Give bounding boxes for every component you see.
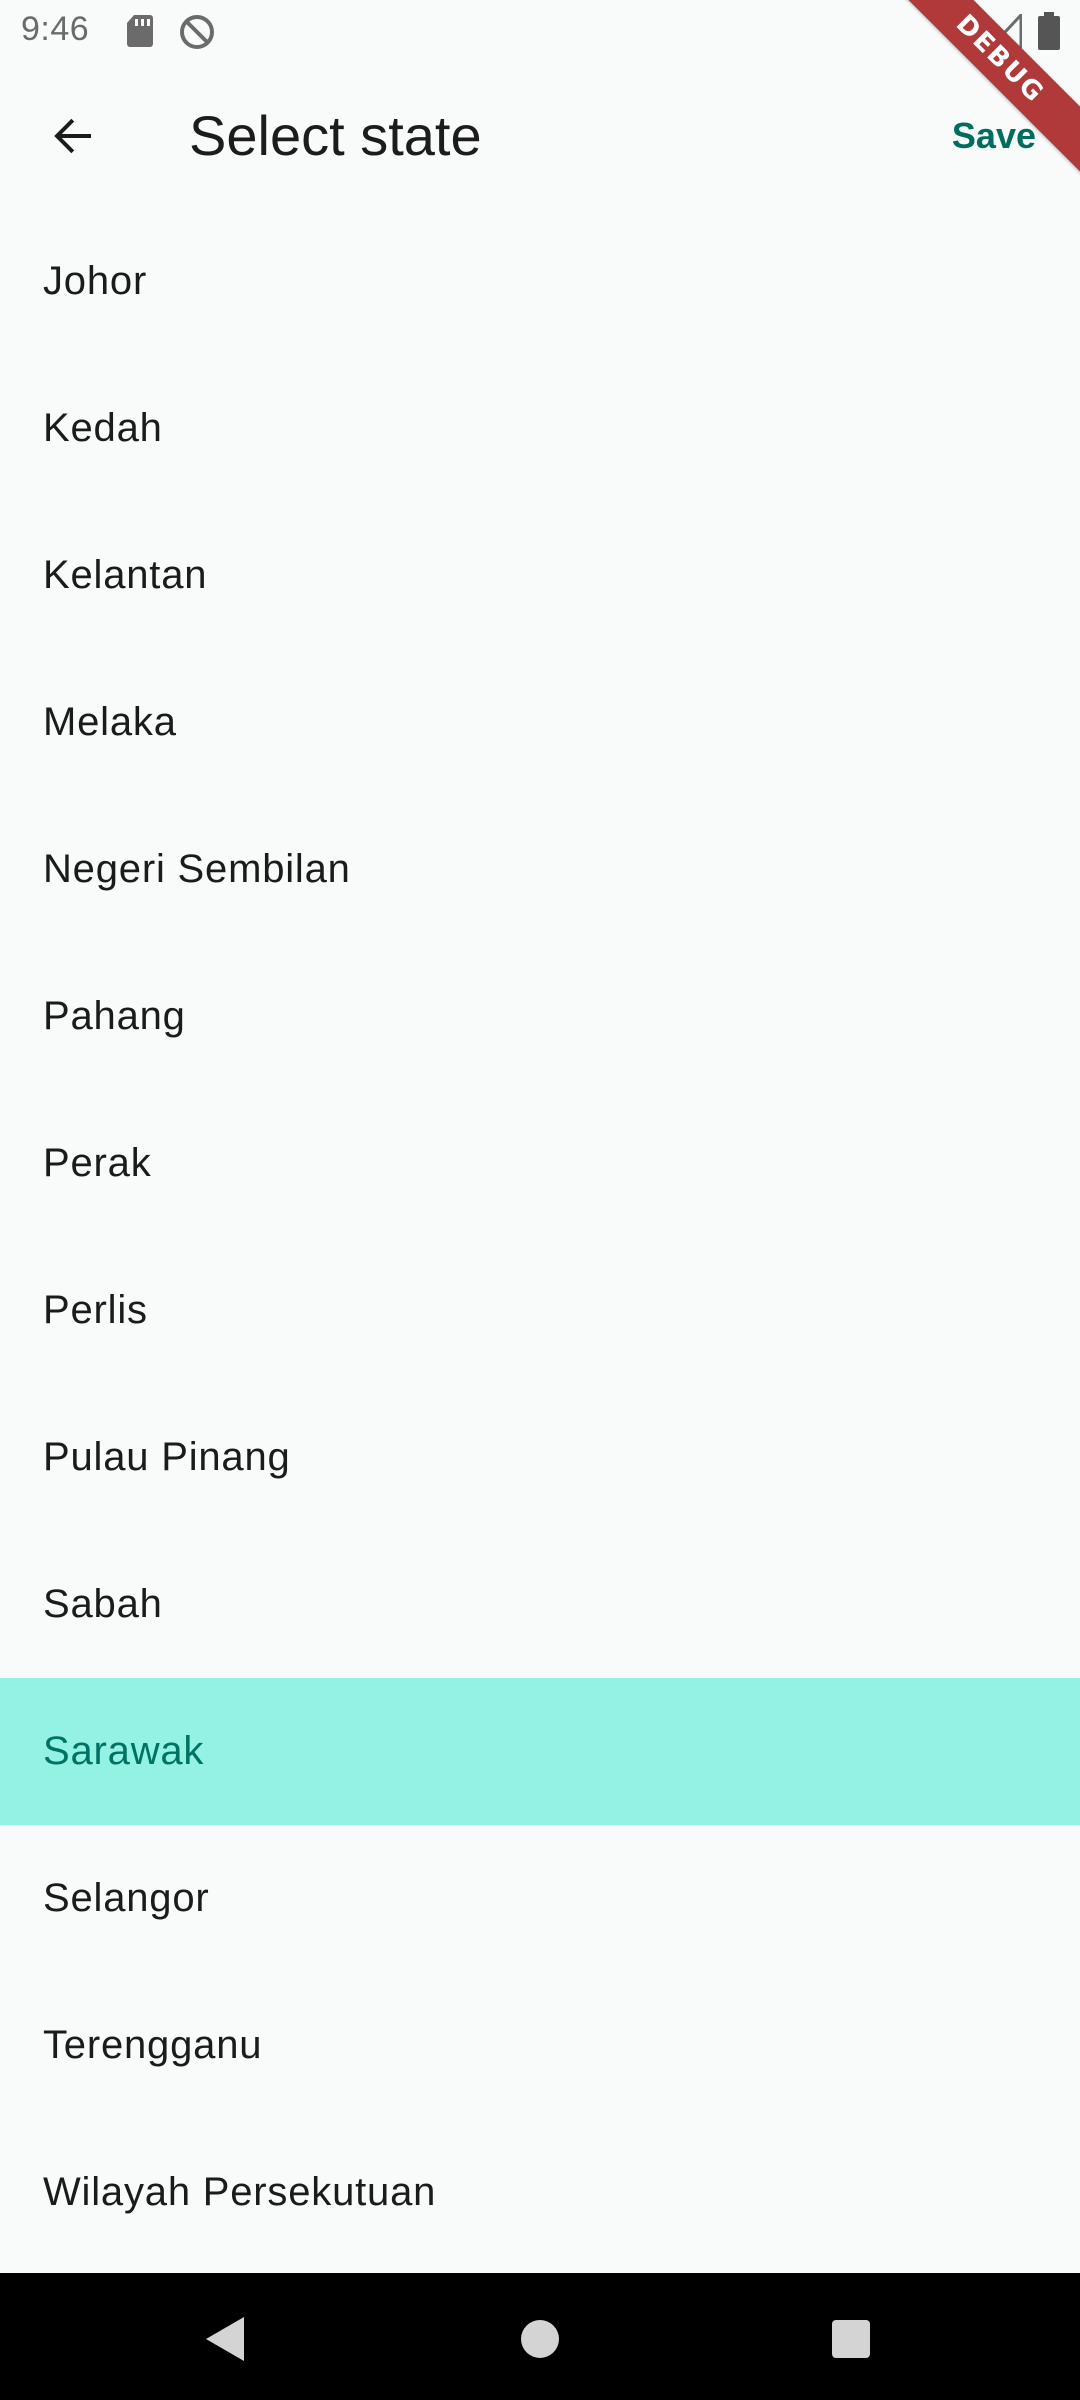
battery-icon xyxy=(1038,12,1060,50)
nav-back-icon xyxy=(206,2317,244,2361)
state-item-pulau-pinang[interactable]: Pulau Pinang xyxy=(0,1384,1080,1531)
screen: 9:46 DEBUG Select state Save Johor Kedah… xyxy=(0,0,1080,2400)
back-button[interactable] xyxy=(25,96,121,176)
sd-card-icon xyxy=(127,15,153,47)
state-item-sabah[interactable]: Sabah xyxy=(0,1531,1080,1678)
state-item-pahang[interactable]: Pahang xyxy=(0,943,1080,1090)
status-time: 9:46 xyxy=(21,10,90,48)
page-title: Select state xyxy=(189,104,482,167)
nav-recents-button[interactable] xyxy=(811,2299,891,2379)
nav-home-button[interactable] xyxy=(500,2299,580,2379)
state-item-wilayah-persekutuan[interactable]: Wilayah Persekutuan xyxy=(0,2119,1080,2266)
state-item-selangor[interactable]: Selangor xyxy=(0,1825,1080,1972)
state-list: Johor Kedah Kelantan Melaka Negeri Sembi… xyxy=(0,208,1080,2266)
arrow-back-icon xyxy=(54,118,91,154)
nav-recents-icon xyxy=(832,2320,870,2358)
do-not-disturb-icon xyxy=(180,15,214,49)
state-item-melaka[interactable]: Melaka xyxy=(0,649,1080,796)
state-item-negeri-sembilan[interactable]: Negeri Sembilan xyxy=(0,796,1080,943)
state-item-sarawak-selected[interactable]: Sarawak xyxy=(0,1678,1080,1825)
app-bar: Select state Save xyxy=(0,64,1080,208)
state-item-perak[interactable]: Perak xyxy=(0,1090,1080,1237)
state-item-terengganu[interactable]: Terengganu xyxy=(0,1972,1080,2119)
navigation-bar xyxy=(0,2273,1080,2400)
state-item-perlis[interactable]: Perlis xyxy=(0,1237,1080,1384)
nav-back-button[interactable] xyxy=(186,2299,266,2379)
save-button[interactable]: Save xyxy=(952,110,1036,162)
nav-home-icon xyxy=(521,2320,559,2358)
state-item-kelantan[interactable]: Kelantan xyxy=(0,502,1080,649)
state-item-kedah[interactable]: Kedah xyxy=(0,355,1080,502)
state-item-johor[interactable]: Johor xyxy=(0,208,1080,355)
